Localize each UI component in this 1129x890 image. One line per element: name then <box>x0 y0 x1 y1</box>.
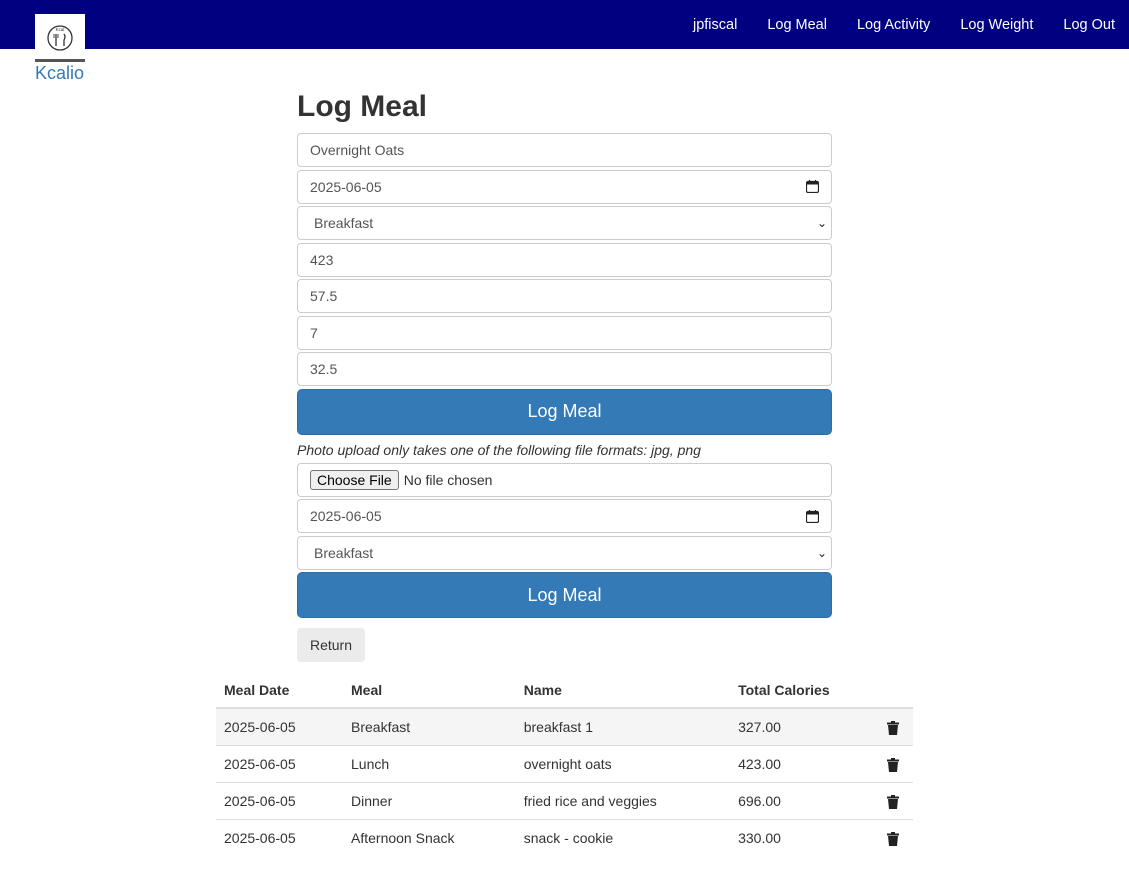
logo-icon: Kcal <box>47 24 73 51</box>
header-meal-date: Meal Date <box>216 672 343 709</box>
cell-name: overnight oats <box>515 744 731 782</box>
chevron-down-icon: ⌄ <box>816 216 827 230</box>
nav-log-out[interactable]: Log Out <box>1063 17 1115 33</box>
delete-cell <box>872 781 913 819</box>
delete-cell <box>872 818 913 856</box>
delete-cell <box>872 707 913 745</box>
cell-calories: 423.00 <box>730 744 873 782</box>
nav-user[interactable]: jpfiscal <box>693 17 737 33</box>
nav-log-meal[interactable]: Log Meal <box>767 17 827 33</box>
table-header-row: Meal Date Meal Name Total Calories <box>216 672 913 709</box>
log-meal-form: Log Meal Overnight Oats 2025-06-05 Break… <box>297 86 832 662</box>
cell-meal: Breakfast <box>343 707 516 745</box>
header-meal: Meal <box>343 672 516 709</box>
meals-table: Meal Date Meal Name Total Calories 2025-… <box>216 672 913 856</box>
nav-links: jpfiscal Log Meal Log Activity Log Weigh… <box>663 0 1115 49</box>
cell-date: 2025-06-05 <box>216 744 343 782</box>
photo-file-input[interactable]: Choose File No file chosen <box>297 462 832 497</box>
cell-name: snack - cookie <box>515 818 731 856</box>
svg-text:Kcal: Kcal <box>56 27 65 32</box>
trash-icon[interactable] <box>886 720 899 735</box>
brand-link[interactable]: Kcalio <box>35 63 84 84</box>
photo-date-input[interactable]: 2025-06-05 <box>297 499 832 533</box>
photo-help-text: Photo upload only takes one of the follo… <box>297 441 701 458</box>
cell-name: fried rice and veggies <box>515 781 731 819</box>
date-input[interactable]: 2025-06-05 <box>297 169 832 204</box>
cell-meal: Lunch <box>343 744 516 782</box>
cell-meal: Afternoon Snack <box>343 818 516 856</box>
protein-input[interactable]: 32.5 <box>297 352 832 386</box>
page-title: Log Meal <box>297 90 428 123</box>
cell-name: breakfast 1 <box>515 707 731 745</box>
trash-icon[interactable] <box>886 831 899 846</box>
calendar-icon[interactable] <box>806 180 819 193</box>
nav-log-weight[interactable]: Log Weight <box>960 17 1033 33</box>
table-row: 2025-06-05 Afternoon Snack snack - cooki… <box>216 818 913 856</box>
choose-file-button[interactable]: Choose File <box>310 469 399 490</box>
header-name: Name <box>515 672 731 709</box>
table-row: 2025-06-05 Lunch overnight oats 423.00 <box>216 744 913 782</box>
header-actions <box>872 672 913 709</box>
fat-input[interactable]: 7 <box>297 315 832 350</box>
log-meal-button[interactable]: Log Meal <box>297 388 832 435</box>
header-total-calories: Total Calories <box>730 672 873 709</box>
trash-icon[interactable] <box>886 794 899 809</box>
trash-icon[interactable] <box>886 757 899 772</box>
photo-log-meal-button[interactable]: Log Meal <box>297 572 832 618</box>
file-status: No file chosen <box>403 471 493 488</box>
logo[interactable]: Kcal <box>35 14 85 62</box>
cell-date: 2025-06-05 <box>216 707 343 745</box>
meal-type-select[interactable]: Breakfast ⌄ <box>297 206 832 240</box>
nav-log-activity[interactable]: Log Activity <box>857 17 930 33</box>
photo-meal-type-select[interactable]: Breakfast ⌄ <box>297 535 832 570</box>
meals-table-wrapper: Meal Date Meal Name Total Calories 2025-… <box>216 672 913 856</box>
cell-date: 2025-06-05 <box>216 818 343 856</box>
delete-cell <box>872 744 913 782</box>
chevron-down-icon: ⌄ <box>816 545 827 560</box>
cell-calories: 696.00 <box>730 781 873 819</box>
carbs-input[interactable]: 57.5 <box>297 279 832 313</box>
calendar-icon[interactable] <box>806 509 819 523</box>
calories-input[interactable]: 423 <box>297 242 832 277</box>
cell-meal: Dinner <box>343 781 516 819</box>
cell-date: 2025-06-05 <box>216 781 343 819</box>
meal-name-input[interactable]: Overnight Oats <box>297 133 832 167</box>
cell-calories: 327.00 <box>730 707 873 745</box>
cell-calories: 330.00 <box>730 818 873 856</box>
table-row: 2025-06-05 Dinner fried rice and veggies… <box>216 781 913 819</box>
top-navbar: jpfiscal Log Meal Log Activity Log Weigh… <box>0 0 1129 49</box>
table-row: 2025-06-05 Breakfast breakfast 1 327.00 <box>216 707 913 745</box>
return-button[interactable]: Return <box>297 628 365 662</box>
